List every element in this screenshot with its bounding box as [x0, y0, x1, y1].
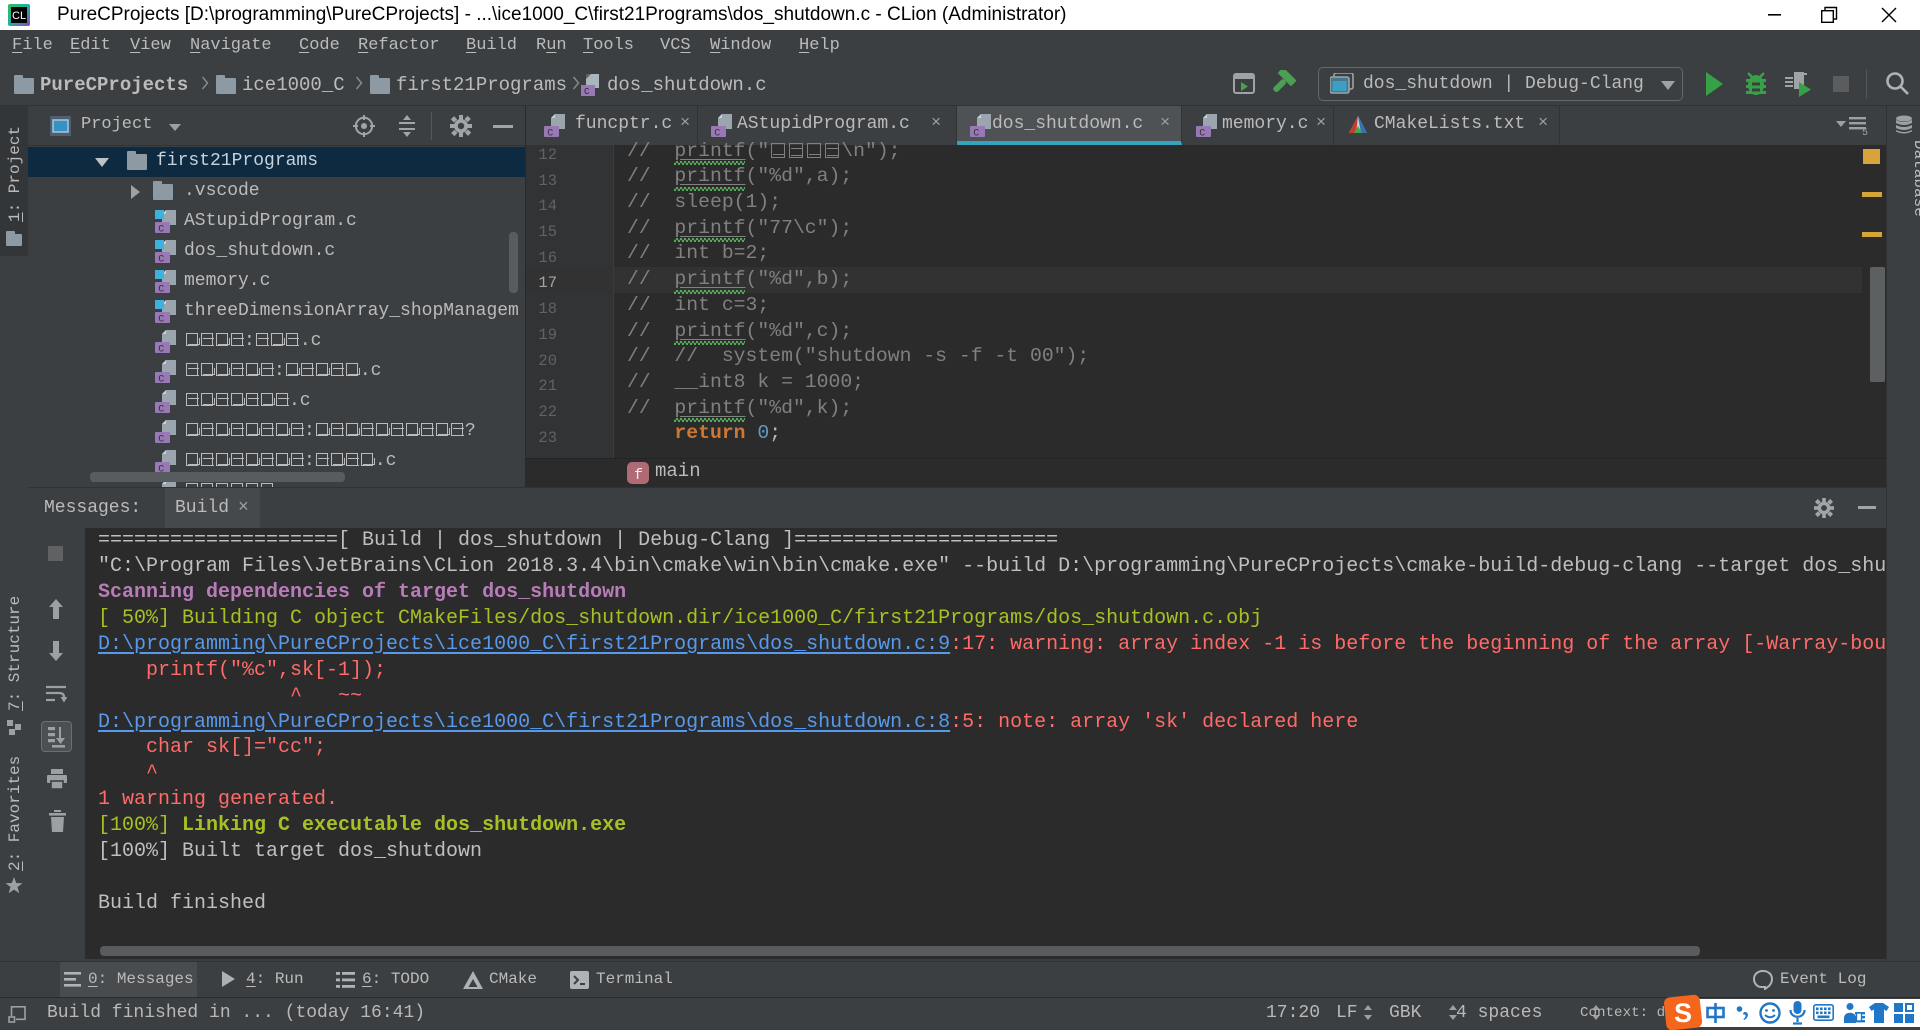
- svg-text:CL: CL: [12, 10, 26, 22]
- svg-text:f: f: [634, 467, 643, 484]
- svg-text:C: C: [584, 87, 590, 97]
- svg-text:5: 5: [1862, 128, 1868, 136]
- svg-text:S: S: [1674, 998, 1692, 1028]
